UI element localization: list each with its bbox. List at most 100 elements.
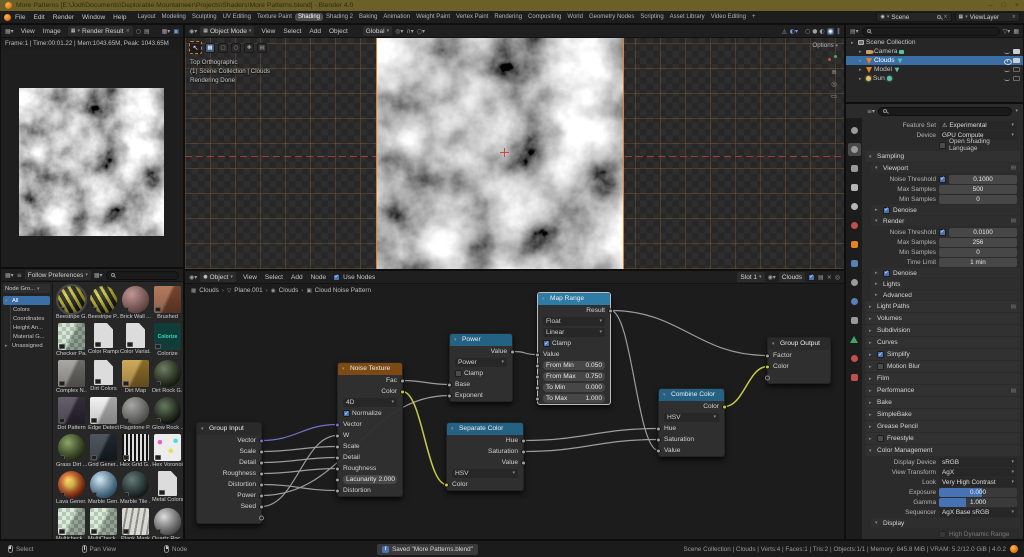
checkbox-normalize[interactable] — [343, 410, 350, 417]
prop-performance[interactable]: ▸ Performance ▤ — [865, 385, 1020, 396]
socket-roughness[interactable] — [335, 466, 340, 471]
prop-motion-blur[interactable]: ▸ Motion Blur — [865, 361, 1020, 372]
asset-item-plank-mask[interactable]: Plank Mask — [120, 508, 151, 539]
asset-item-checker-pa[interactable]: Checker Pa... — [56, 323, 87, 358]
asset-item-beestripe-g[interactable]: Beestripe G... — [56, 284, 87, 321]
socket-result[interactable] — [608, 308, 613, 313]
slider-exposure[interactable]: 0.000 — [939, 487, 1017, 497]
properties-search[interactable] — [878, 106, 1013, 116]
material-name-field[interactable]: Clouds — [778, 272, 806, 282]
options-dropdown[interactable]: Options ▾ — [812, 42, 838, 49]
asset-item-dirt-rock-g[interactable]: Dirt Rock G... — [152, 360, 183, 395]
node-select-hsv[interactable]: HSV ▾ — [452, 469, 518, 478]
properties-tab-physics[interactable] — [848, 295, 861, 308]
disable-in-renders-icon[interactable] — [1013, 76, 1020, 81]
camera-view-icon[interactable]: ▭ — [831, 92, 837, 100]
checkbox[interactable] — [877, 435, 884, 442]
workspace-tab-rendering[interactable]: Rendering — [491, 13, 525, 21]
select-view-transform[interactable]: AgX ▾ — [939, 467, 1017, 477]
prop-volumes[interactable]: ▸ Volumes — [865, 313, 1020, 324]
unlink-material-icon[interactable]: × — [827, 274, 832, 281]
node-field-lacunarity[interactable]: Lacunarity 2.000 — [343, 475, 397, 484]
socket-value[interactable] — [510, 349, 515, 354]
node-field-from-max[interactable]: From Max 0.750 — [543, 372, 605, 381]
breadcrumb-item[interactable]: Clouds — [279, 287, 299, 294]
asset-item-quartz-roc[interactable]: Quartz Roc... — [152, 508, 183, 539]
prop-color-management[interactable]: ▾ Color Management — [865, 445, 1020, 456]
display-mode-icon[interactable]: ▤▾ — [850, 28, 859, 35]
hide-in-viewport-icon[interactable] — [1003, 57, 1012, 65]
node-group-output[interactable]: ▾ Group Output Factor Color — [765, 337, 831, 384]
display-settings-icon[interactable]: ▦▾ — [94, 272, 103, 279]
socket-scale[interactable] — [259, 449, 264, 454]
socket-power[interactable] — [259, 493, 264, 498]
proportional-editing-icon[interactable]: ○▾ — [417, 28, 425, 35]
workspace-tab-scripting[interactable]: Scripting — [637, 13, 666, 21]
checkbox-clamp[interactable] — [455, 370, 462, 377]
viewport-menu-add[interactable]: Add — [305, 28, 325, 35]
socket-saturation[interactable] — [521, 449, 526, 454]
checkbox[interactable] — [883, 269, 890, 277]
socket-hue[interactable] — [656, 426, 661, 431]
chevron-down-icon[interactable]: ▾ — [1015, 108, 1018, 114]
node-combine-color[interactable]: ▾ Combine Color Color HSV ▾ Hue Saturation Valu… — [656, 388, 727, 457]
workspace-tab-baking[interactable]: Baking — [356, 13, 380, 21]
prop-denoise[interactable]: ▸Denoise — [871, 268, 1020, 278]
properties-tab-constraints[interactable] — [848, 314, 861, 327]
shader-menu-select[interactable]: Select — [261, 274, 287, 281]
prop-simplebake[interactable]: ▸ SimpleBake — [865, 409, 1020, 420]
socket-color[interactable] — [444, 482, 449, 487]
asset-item-dot-pattern[interactable]: Dot Pattern — [56, 397, 87, 432]
prop-freestyle[interactable]: ▸ Freestyle — [865, 433, 1020, 444]
socket-hue[interactable] — [521, 438, 526, 443]
editor-type-icon[interactable]: ▦▾ — [5, 28, 14, 35]
viewport-canvas[interactable]: ↖ ▦ ▢ ○ ✚ ▤ Top Orthographic (1) Scene C… — [185, 38, 844, 269]
image-menu-image[interactable]: Image — [39, 28, 65, 35]
rendered-shading-icon[interactable]: ◉ — [826, 27, 834, 35]
socket-w[interactable] — [335, 433, 340, 438]
prop-viewport[interactable]: ▾ Viewport ▤ — [871, 163, 1020, 173]
library-selector[interactable]: Follow Preferences ▾ — [24, 270, 91, 280]
checkbox-clamp[interactable] — [543, 340, 550, 347]
workspace-tab-modeling[interactable]: Modeling — [159, 13, 189, 21]
socket-lacunarity[interactable] — [335, 477, 340, 482]
editor-type-icon[interactable]: ▦▾ — [5, 272, 14, 279]
outliner-item-sun[interactable]: ▸ Sun — [846, 74, 1023, 83]
socket-value[interactable] — [521, 460, 526, 465]
shader-menu-node[interactable]: Node — [307, 274, 331, 281]
node-header[interactable]: ▾ Combine Color — [659, 389, 724, 401]
socket-saturation[interactable] — [656, 437, 661, 442]
browse-material-icon[interactable]: ◉▾ — [768, 274, 776, 281]
workspace-tab-shading[interactable]: Shading — [294, 13, 323, 21]
node-select-4d[interactable]: 4D ▾ — [343, 398, 397, 407]
disable-in-renders-icon[interactable] — [1013, 58, 1020, 63]
socket-value[interactable] — [535, 352, 540, 357]
socket-scale[interactable] — [335, 444, 340, 449]
transform-orientation[interactable]: Global ▾ — [362, 26, 393, 36]
socket-roughness[interactable] — [259, 471, 264, 476]
select-display-device[interactable]: sRGB ▾ — [939, 457, 1017, 467]
properties-tab-object[interactable] — [848, 238, 861, 251]
node-header[interactable]: ▾ Map Range — [538, 293, 610, 305]
node-map-range[interactable]: ▾Map RangeResultFloat▾Linear▾ClampValueF… — [535, 292, 613, 405]
workspace-tab-animation[interactable]: Animation — [380, 13, 413, 21]
workspace-tab-compositing[interactable]: Compositing — [525, 13, 564, 21]
socket-value[interactable] — [656, 448, 661, 453]
socket-vector[interactable] — [259, 438, 264, 443]
prop-render[interactable]: ▾ Render ▤ — [871, 216, 1020, 226]
hide-in-viewport-icon[interactable] — [1003, 75, 1011, 82]
disable-in-renders-icon[interactable] — [1013, 67, 1020, 72]
use-nodes-checkbox[interactable] — [333, 273, 341, 281]
asset-item-brushed[interactable]: Brushed — [152, 286, 183, 321]
outliner-search[interactable] — [861, 26, 1000, 36]
workspace-tab-shading-2[interactable]: Shading 2 — [323, 13, 356, 21]
breadcrumb-item[interactable]: Cloud Noise Pattern — [315, 287, 371, 294]
properties-tab-view-layer[interactable] — [848, 181, 861, 194]
node-header[interactable]: ▾ Power — [450, 334, 512, 346]
socket-exponent[interactable] — [447, 393, 452, 398]
viewlayer-selector[interactable]: ▦ ▾ ViewLayer × — [954, 12, 1020, 22]
asset-item-marble-tile[interactable]: Marble Tile ... — [120, 471, 151, 506]
workspace-tab-sculpting[interactable]: Sculpting — [189, 13, 220, 21]
workspace-tab-texture-paint[interactable]: Texture Paint — [254, 13, 295, 21]
workspace-tab-geometry-nodes[interactable]: Geometry Nodes — [586, 13, 637, 21]
